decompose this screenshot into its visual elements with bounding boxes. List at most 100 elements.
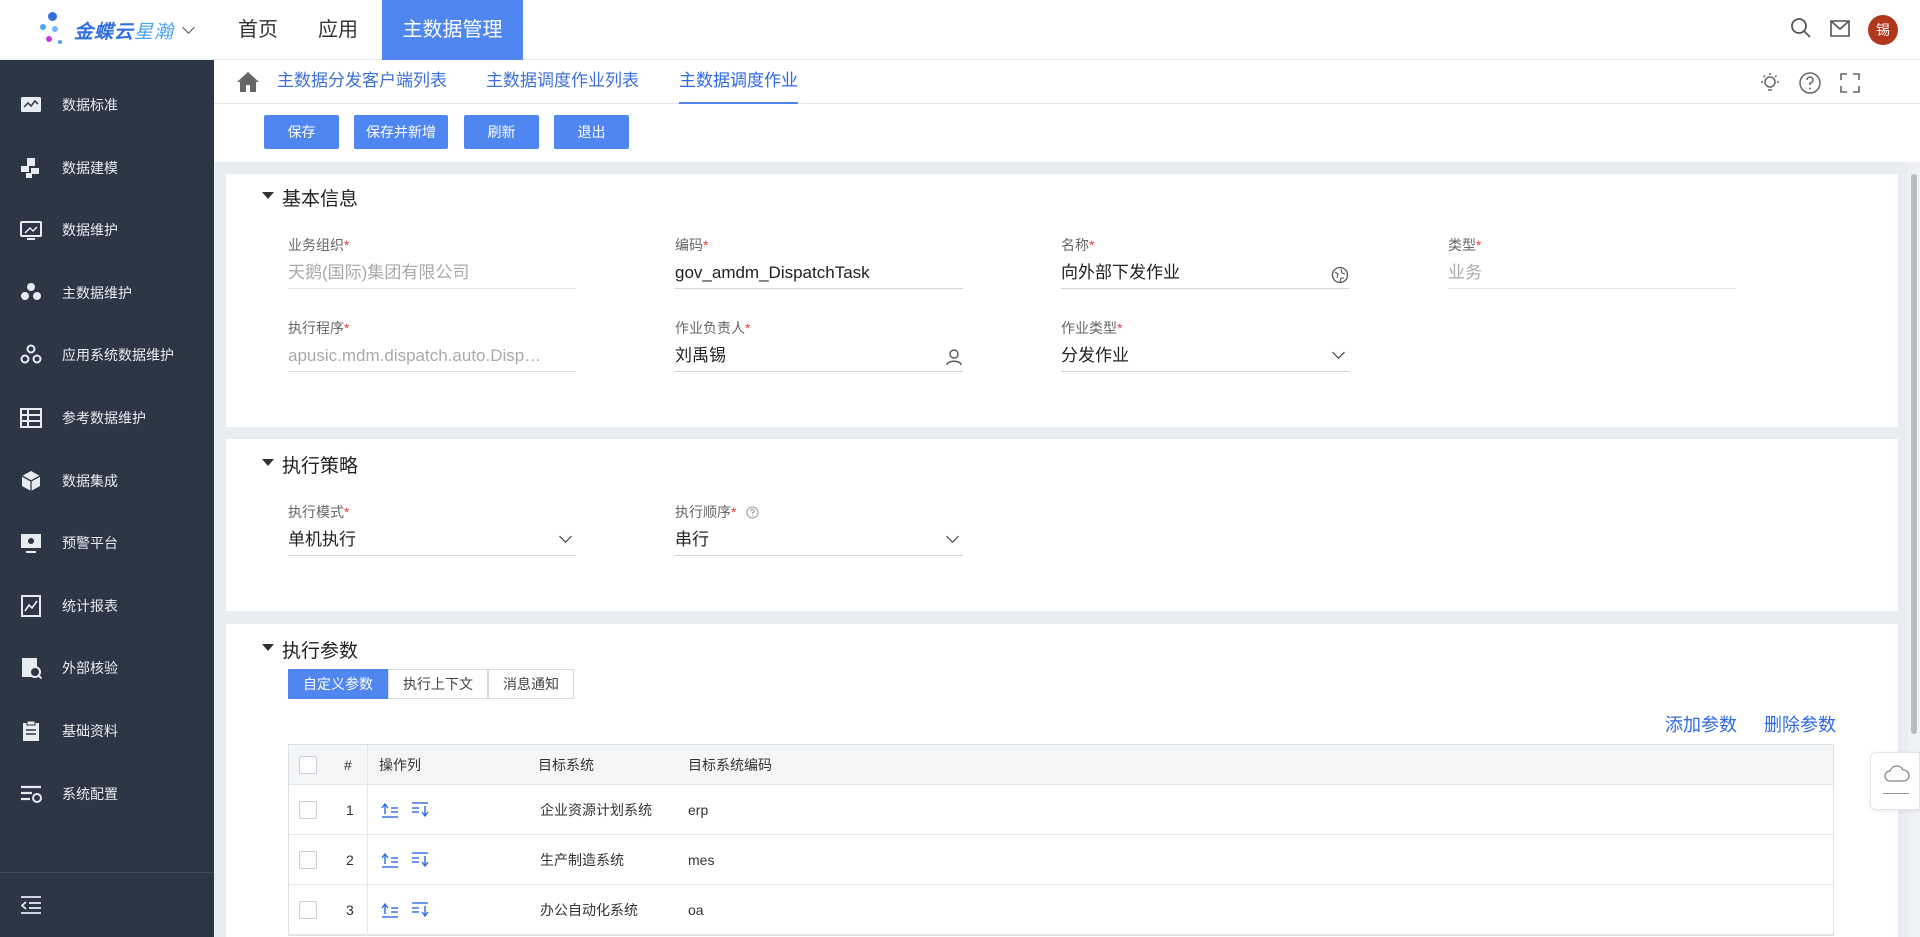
tab-message-notify[interactable]: 消息通知 — [488, 669, 574, 699]
globe-language-icon[interactable] — [1331, 266, 1349, 284]
verify-icon — [22, 658, 42, 680]
sidebar-item[interactable]: 统计报表 — [0, 581, 214, 631]
name-field: 名称* 向外部下发作业 — [1061, 235, 1349, 289]
sidebar-item[interactable]: 主数据维护 — [0, 268, 214, 318]
program-value: apusic.mdm.dispatch.auto.DispatchTask — [288, 342, 576, 372]
exec-order-select[interactable]: 串行 — [675, 526, 963, 556]
logo-mark-icon — [40, 10, 74, 50]
collapse-menu-icon[interactable] — [20, 895, 42, 915]
sidebar-item-label: 应用系统数据维护 — [62, 347, 174, 364]
sidebar-item[interactable]: 系统配置 — [0, 769, 214, 819]
sidebar-item[interactable]: 数据建模 — [0, 143, 214, 193]
avatar[interactable]: 锡 — [1868, 15, 1898, 45]
row-target-system: 企业资源计划系统 — [540, 801, 652, 818]
owner-field: 作业负责人* 刘禹锡 — [675, 318, 963, 372]
save-button[interactable]: 保存 — [264, 115, 339, 149]
tab-dispatch-client-list[interactable]: 主数据分发客户端列表 — [277, 60, 447, 104]
row-target-system-code: oa — [688, 901, 704, 918]
table-row[interactable]: 3 办公自动化系统 oa — [289, 885, 1833, 935]
job-type-select[interactable]: 分发作业 — [1061, 342, 1349, 372]
sidebar-item[interactable]: 参考数据维护 — [0, 393, 214, 443]
section-title: 执行参数 — [282, 641, 359, 662]
fullscreen-icon[interactable] — [1838, 71, 1862, 95]
exec-order-field: 执行顺序* 串行 — [675, 502, 963, 556]
top-bar: 金蝶云星瀚 首页 应用 主数据管理 锡 — [0, 0, 1920, 60]
move-down-icon[interactable] — [411, 901, 429, 918]
cube-icon — [21, 470, 41, 491]
scroll-thumb[interactable] — [1911, 174, 1917, 734]
settings-list-icon — [21, 785, 42, 803]
sidebar-item-label: 统计报表 — [62, 597, 118, 614]
exit-button[interactable]: 退出 — [554, 115, 629, 149]
exec-mode-field: 执行模式* 单机执行 — [288, 502, 576, 556]
tab-custom-params[interactable]: 自定义参数 — [288, 669, 388, 699]
lightbulb-icon[interactable] — [1758, 71, 1782, 95]
move-up-icon[interactable] — [381, 902, 399, 918]
sidebar-item-label: 数据集成 — [62, 472, 118, 489]
cloud-float-button[interactable] — [1870, 752, 1920, 810]
move-down-icon[interactable] — [411, 801, 429, 818]
org-field: 业务组织* 天鹅(国际)集团有限公司 — [288, 235, 576, 289]
sidebar-item[interactable]: 应用系统数据维护 — [0, 330, 214, 380]
execution-strategy-panel: 执行策略 执行模式* 单机执行 执行顺序* 串行 — [226, 439, 1898, 611]
nav-home[interactable]: 首页 — [228, 0, 288, 60]
people-icon — [21, 282, 41, 300]
sidebar-item[interactable]: 数据标准 — [0, 80, 214, 130]
chevron-down-icon — [559, 530, 572, 543]
brand-name: 金蝶云星瀚 — [74, 21, 175, 43]
row-checkbox[interactable] — [299, 800, 317, 819]
brand-logo[interactable]: 金蝶云星瀚 — [40, 8, 195, 52]
col-target-system-code: 目标系统编码 — [688, 756, 772, 773]
row-index: 2 — [346, 851, 354, 868]
sidebar-item[interactable]: 数据维护 — [0, 205, 214, 255]
gears-icon — [20, 344, 42, 364]
type-field: 类型* 业务 — [1448, 235, 1736, 289]
code-field: 编码* gov_amdm_DispatchTask — [675, 235, 963, 289]
row-checkbox[interactable] — [299, 900, 317, 919]
move-down-icon[interactable] — [411, 851, 429, 868]
blocks-icon — [21, 157, 39, 178]
sidebar-item-label: 主数据维护 — [62, 284, 132, 301]
sidebar-item[interactable]: 基础资料 — [0, 706, 214, 756]
exec-mode-select[interactable]: 单机执行 — [288, 526, 576, 556]
search-icon[interactable] — [1789, 16, 1813, 40]
code-input[interactable]: gov_amdm_DispatchTask — [675, 259, 963, 289]
help-tip-icon[interactable] — [746, 506, 759, 519]
nav-master-data[interactable]: 主数据管理 — [382, 0, 523, 60]
delete-param-link[interactable]: 删除参数 — [1764, 711, 1836, 737]
tab-exec-context[interactable]: 执行上下文 — [388, 669, 488, 699]
user-picker-icon[interactable] — [945, 348, 963, 366]
home-icon[interactable] — [236, 71, 260, 93]
table-row[interactable]: 1 企业资源计划系统 erp — [289, 785, 1833, 835]
nav-apps[interactable]: 应用 — [308, 0, 368, 60]
sidebar-item[interactable]: 预警平台 — [0, 518, 214, 568]
add-param-link[interactable]: 添加参数 — [1665, 711, 1737, 737]
mail-icon[interactable] — [1828, 16, 1852, 40]
move-up-icon[interactable] — [381, 802, 399, 818]
monitor-icon — [20, 221, 42, 241]
row-target-system-code: erp — [688, 801, 709, 818]
org-value: 天鹅(国际)集团有限公司 — [288, 259, 576, 289]
chevron-down-icon — [1332, 346, 1345, 359]
move-up-icon[interactable] — [381, 852, 399, 868]
vertical-scrollbar[interactable] — [1908, 162, 1920, 937]
chart-monitor-icon — [21, 97, 41, 112]
name-input[interactable]: 向外部下发作业 — [1061, 259, 1349, 289]
row-checkbox[interactable] — [299, 850, 317, 869]
sidebar: 数据标准数据建模数据维护主数据维护应用系统数据维护参考数据维护数据集成预警平台统… — [0, 60, 214, 937]
table-row[interactable]: 2 生产制造系统 mes — [289, 835, 1833, 885]
sidebar-item[interactable]: 外部核验 — [0, 643, 214, 693]
refresh-button[interactable]: 刷新 — [464, 115, 539, 149]
section-title: 执行策略 — [282, 456, 359, 477]
select-all-checkbox[interactable] — [299, 755, 317, 774]
save-and-new-button[interactable]: 保存并新增 — [354, 115, 448, 149]
help-icon[interactable] — [1798, 71, 1822, 95]
sidebar-item[interactable]: 数据集成 — [0, 456, 214, 506]
tab-schedule-job[interactable]: 主数据调度作业 — [679, 60, 798, 104]
chevron-down-icon[interactable] — [182, 20, 195, 34]
owner-input[interactable]: 刘禹锡 — [675, 342, 963, 372]
section-title: 基本信息 — [282, 189, 359, 210]
tab-schedule-job-list[interactable]: 主数据调度作业列表 — [486, 60, 639, 104]
sidebar-item-label: 预警平台 — [62, 535, 118, 552]
row-target-system-code: mes — [688, 851, 715, 868]
